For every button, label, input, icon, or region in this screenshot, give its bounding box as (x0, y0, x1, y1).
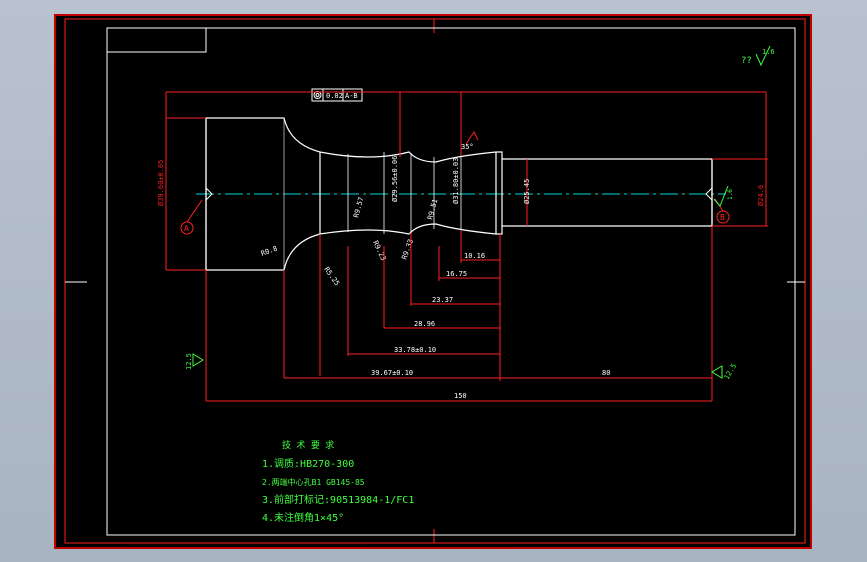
drawing-frame (64, 18, 806, 544)
dim-radius-r6: R9.51 (426, 198, 439, 220)
note-item-3: 3.前部打标记:90513984-1/FC1 (262, 493, 414, 506)
roughness-shaft-end-value: 1.6 (727, 189, 734, 200)
roughness-left-value: 12.5 (185, 353, 193, 370)
dim-length-d6: 39.67±0.10 (371, 369, 413, 377)
general-roughness-symbol: ?? 1.6 (741, 45, 775, 67)
technical-requirements: 技 术 要 求 1.调质:HB270-300 2.两端中心孔B1 GB145-8… (262, 439, 414, 524)
tolerance-value: 0.02 (326, 92, 343, 100)
dim-radius-r1: R0.8 (260, 245, 279, 258)
tolerance-datum: A-B (345, 92, 358, 100)
length-dimension-lines (205, 226, 713, 402)
dim-length-d2: 16.75 (446, 270, 467, 278)
end-roughness-symbols: 12.5 12.5 1.6 (185, 185, 738, 381)
dim-shaft-diameter: Ø25.45 (523, 179, 531, 204)
dim-radius-r3: R9.57 (352, 196, 365, 218)
dim-length-d7: 80 (602, 369, 610, 377)
radius-labels: R0.8 R5.25 R9.57 R9.23 R9.33 R9.51 (260, 196, 439, 287)
note-item-4: 4.未注倒角1×45° (262, 511, 344, 524)
title-stamp-box (106, 27, 207, 53)
dim-collar-diameter: Ø31.80±0.03 (452, 158, 460, 204)
dim-radius-r2: R5.25 (322, 266, 341, 288)
dim-length-d5: 33.78±0.10 (394, 346, 436, 354)
note-item-2: 2.两端中心孔B1 GB145-85 (262, 477, 365, 487)
dim-groove-diameter: Ø29.56±0.06 (391, 156, 399, 202)
roughness-prefix: ?? (741, 56, 752, 66)
dim-length-total: 150 (454, 392, 467, 400)
angle-dimension: 35° (461, 131, 479, 151)
dim-end-diameter: Ø24.0 (757, 185, 765, 206)
diameter-dimensions (165, 91, 768, 271)
dim-angle: 35° (461, 143, 474, 151)
note-item-1: 1.调质:HB270-300 (262, 458, 354, 470)
dim-radius-r4: R9.23 (371, 239, 387, 261)
roughness-right-value: 12.5 (723, 362, 738, 381)
tolerance-frame: 0.02 A-B (311, 88, 363, 102)
dim-length-d1: 10.16 (464, 252, 485, 260)
datum-a-label: A (184, 224, 189, 233)
dim-length-d4: 28.96 (414, 320, 435, 328)
dim-length-d3: 23.37 (432, 296, 453, 304)
runout-icon (313, 91, 322, 99)
dim-flange-diameter: Ø39.60±0.05 (157, 160, 165, 206)
drawing-canvas: ?? 1.6 0.02 A-B A B Ø39.60±0.05 Ø29.56±0… (54, 14, 812, 549)
engineering-drawing: ?? 1.6 0.02 A-B A B Ø39.60±0.05 Ø29.56±0… (64, 18, 806, 544)
notes-title: 技 术 要 求 (282, 439, 334, 451)
roughness-general-value: 1.6 (762, 48, 775, 56)
datum-b-label: B (720, 213, 725, 222)
inner-border (65, 27, 805, 536)
dim-radius-r5: R9.33 (400, 238, 415, 261)
